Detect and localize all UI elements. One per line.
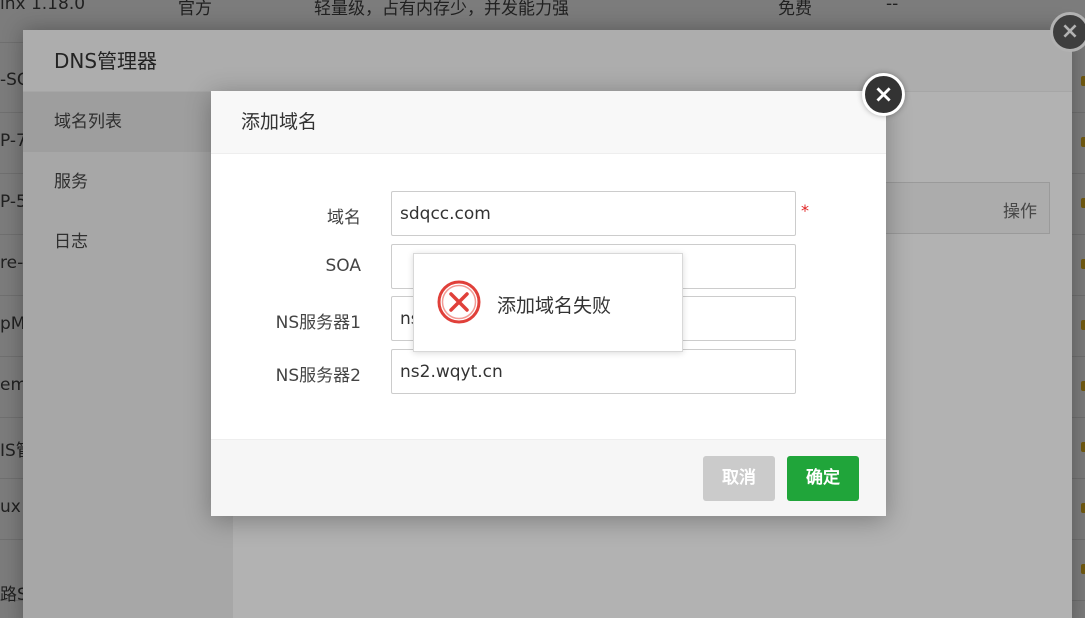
dialog-footer: 取消 确定	[211, 439, 886, 516]
toast-message: 添加域名失败	[497, 295, 612, 317]
form-row-domain: 域名 *	[211, 191, 886, 237]
dialog-title: 添加域名	[211, 91, 886, 154]
domain-input[interactable]	[391, 191, 796, 236]
close-icon[interactable]: ×	[862, 73, 905, 116]
required-marker: *	[801, 201, 809, 220]
soa-label: SOA	[325, 256, 361, 276]
error-icon	[437, 280, 481, 324]
ns2-input[interactable]	[391, 349, 796, 394]
confirm-button[interactable]: 确定	[787, 456, 859, 501]
ns1-label: NS服务器1	[275, 313, 361, 333]
ns2-label: NS服务器2	[275, 366, 361, 386]
cancel-button[interactable]: 取消	[703, 456, 775, 501]
domain-label: 域名	[327, 208, 361, 228]
error-toast: 添加域名失败	[413, 253, 683, 352]
form-row-ns2: NS服务器2	[211, 349, 886, 395]
